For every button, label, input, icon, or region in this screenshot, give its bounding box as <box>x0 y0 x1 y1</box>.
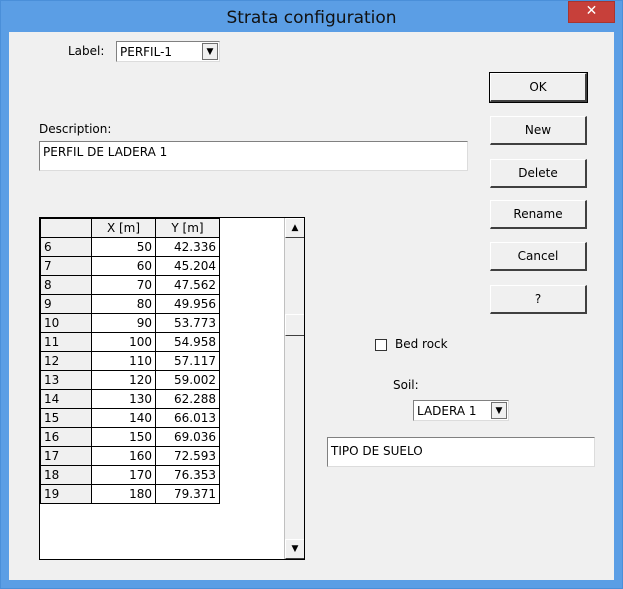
row-index-cell: 10 <box>40 313 92 333</box>
row-index-cell: 16 <box>40 427 92 447</box>
header-x[interactable]: X [m] <box>91 218 156 238</box>
description-value: PERFIL DE LADERA 1 <box>43 145 168 159</box>
label-field-label: Label: <box>68 44 105 58</box>
table-row[interactable]: 6 50 42.336 <box>40 237 220 257</box>
scroll-down-icon[interactable]: ▼ <box>285 539 304 559</box>
close-icon: ✕ <box>585 3 598 19</box>
y-cell[interactable]: 42.336 <box>155 237 220 257</box>
table-row[interactable]: 8 70 47.562 <box>40 275 220 295</box>
help-button[interactable]: ? <box>490 285 587 314</box>
row-index-cell: 7 <box>40 256 92 276</box>
row-index-cell: 11 <box>40 332 92 352</box>
row-index-cell: 19 <box>40 484 92 504</box>
y-cell[interactable]: 59.002 <box>155 370 220 390</box>
label-combo[interactable]: PERFIL-1 ▼ <box>116 41 220 62</box>
row-index-cell: 6 <box>40 237 92 257</box>
table-row[interactable]: 10 90 53.773 <box>40 313 220 333</box>
row-index-cell: 15 <box>40 408 92 428</box>
row-index-cell: 12 <box>40 351 92 371</box>
x-cell[interactable]: 130 <box>91 389 156 409</box>
table-row[interactable]: 11 100 54.958 <box>40 332 220 352</box>
x-cell[interactable]: 140 <box>91 408 156 428</box>
y-cell[interactable]: 69.036 <box>155 427 220 447</box>
row-index-cell: 8 <box>40 275 92 295</box>
soil-description-field[interactable]: TIPO DE SUELO <box>327 437 595 467</box>
bedrock-checkbox[interactable] <box>375 339 387 351</box>
y-cell[interactable]: 66.013 <box>155 408 220 428</box>
soil-combo-value: LADERA 1 <box>417 404 477 418</box>
label-combo-value: PERFIL-1 <box>120 45 173 59</box>
x-cell[interactable]: 110 <box>91 351 156 371</box>
chevron-down-icon[interactable]: ▼ <box>491 402 507 419</box>
row-index-cell: 13 <box>40 370 92 390</box>
y-cell[interactable]: 54.958 <box>155 332 220 352</box>
table-row[interactable]: 14 130 62.288 <box>40 389 220 409</box>
ok-button[interactable]: OK <box>489 72 588 103</box>
y-cell[interactable]: 49.956 <box>155 294 220 314</box>
x-cell[interactable]: 150 <box>91 427 156 447</box>
scroll-up-icon[interactable]: ▲ <box>285 218 304 238</box>
x-cell[interactable]: 50 <box>91 237 156 257</box>
soil-description-value: TIPO DE SUELO <box>331 444 423 458</box>
table-row[interactable]: 13 120 59.002 <box>40 370 220 390</box>
y-cell[interactable]: 47.562 <box>155 275 220 295</box>
description-field[interactable]: PERFIL DE LADERA 1 <box>39 141 468 171</box>
coordinates-table: X [m] Y [m] 6 50 42.336 7 60 45.204 8 70 47.562 9… <box>40 218 220 504</box>
x-cell[interactable]: 100 <box>91 332 156 352</box>
table-row[interactable]: 9 80 49.956 <box>40 294 220 314</box>
bedrock-label[interactable]: Bed rock <box>395 337 448 351</box>
row-index-cell: 14 <box>40 389 92 409</box>
table-row[interactable]: 15 140 66.013 <box>40 408 220 428</box>
table-header-row: X [m] Y [m] <box>40 218 220 238</box>
x-cell[interactable]: 120 <box>91 370 156 390</box>
row-index-cell: 17 <box>40 446 92 466</box>
y-cell[interactable]: 45.204 <box>155 256 220 276</box>
y-cell[interactable]: 72.593 <box>155 446 220 466</box>
dialog-window: Strata configuration ✕ Label: PERFIL-1 ▼… <box>0 0 623 589</box>
window-title: Strata configuration <box>226 8 397 28</box>
new-button[interactable]: New <box>490 116 587 145</box>
x-cell[interactable]: 160 <box>91 446 156 466</box>
scroll-thumb[interactable] <box>285 314 304 336</box>
y-cell[interactable]: 53.773 <box>155 313 220 333</box>
rename-button[interactable]: Rename <box>490 200 587 229</box>
soil-combo[interactable]: LADERA 1 ▼ <box>413 400 509 421</box>
row-index-cell: 18 <box>40 465 92 485</box>
table-row[interactable]: 7 60 45.204 <box>40 256 220 276</box>
x-cell[interactable]: 60 <box>91 256 156 276</box>
table-row[interactable]: 18 170 76.353 <box>40 465 220 485</box>
header-y[interactable]: Y [m] <box>155 218 220 238</box>
row-index-cell: 9 <box>40 294 92 314</box>
x-cell[interactable]: 70 <box>91 275 156 295</box>
x-cell[interactable]: 180 <box>91 484 156 504</box>
x-cell[interactable]: 80 <box>91 294 156 314</box>
dialog-body: Label: PERFIL-1 ▼ Description: PERFIL DE… <box>9 32 614 580</box>
table-row[interactable]: 16 150 69.036 <box>40 427 220 447</box>
soil-label: Soil: <box>393 378 419 392</box>
x-cell[interactable]: 90 <box>91 313 156 333</box>
coordinates-grid[interactable]: X [m] Y [m] 6 50 42.336 7 60 45.204 8 70 47.562 9… <box>39 217 305 560</box>
y-cell[interactable]: 62.288 <box>155 389 220 409</box>
y-cell[interactable]: 79.371 <box>155 484 220 504</box>
y-cell[interactable]: 76.353 <box>155 465 220 485</box>
delete-button[interactable]: Delete <box>490 159 587 188</box>
grid-scrollbar[interactable]: ▲ ▼ <box>284 218 304 559</box>
description-label: Description: <box>39 122 112 136</box>
cancel-button[interactable]: Cancel <box>490 242 587 271</box>
title-bar[interactable]: Strata configuration ✕ <box>1 1 622 32</box>
table-row[interactable]: 19 180 79.371 <box>40 484 220 504</box>
table-row[interactable]: 12 110 57.117 <box>40 351 220 371</box>
close-button[interactable]: ✕ <box>568 1 615 23</box>
x-cell[interactable]: 170 <box>91 465 156 485</box>
table-row[interactable]: 17 160 72.593 <box>40 446 220 466</box>
header-index <box>40 218 92 238</box>
chevron-down-icon[interactable]: ▼ <box>202 43 218 60</box>
y-cell[interactable]: 57.117 <box>155 351 220 371</box>
